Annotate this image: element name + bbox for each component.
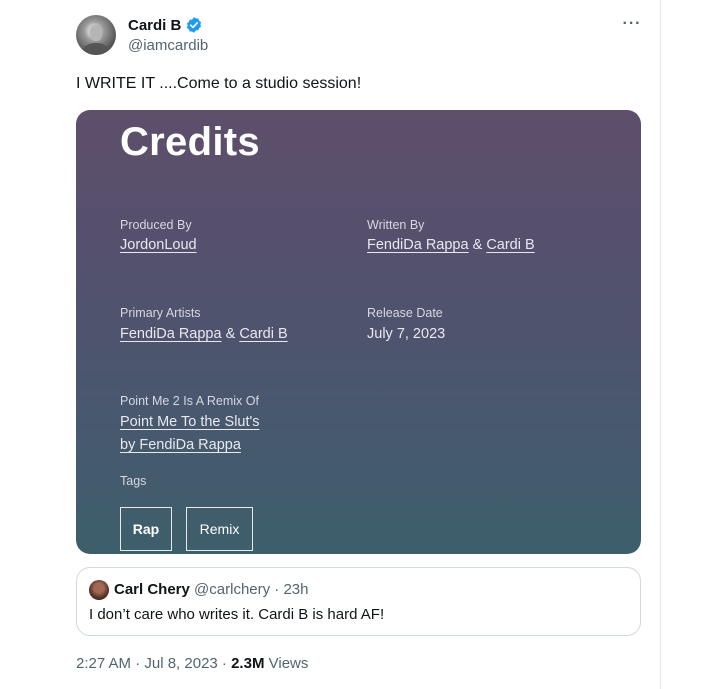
author-handle[interactable]: @iamcardib (128, 37, 208, 54)
remix-artist: by FendiDa Rappa (120, 437, 241, 453)
written-by-value: FendiDa Rappa & Cardi B (367, 237, 535, 253)
producer-link: JordonLoud (120, 237, 197, 253)
release-date-label: Release Date (367, 306, 443, 320)
quoted-tweet-text: I don’t care who writes it. Cardi B is h… (89, 606, 385, 623)
produced-by-label: Produced By (120, 218, 192, 232)
quoted-author-name: Carl Chery (114, 581, 190, 598)
author-display-name[interactable]: Cardi B (128, 17, 181, 34)
views-label: Views (268, 655, 309, 672)
primary-artists-label: Primary Artists (120, 306, 201, 320)
tags-label: Tags (120, 474, 147, 488)
tweet-text: I WRITE IT ....Come to a studio session! (76, 75, 362, 92)
artist-link-2: Cardi B (239, 326, 288, 342)
views-count: 2.3M (231, 655, 265, 672)
tag-remix: Remix (186, 507, 253, 551)
writer-link-1: FendiDa Rappa (367, 237, 469, 253)
author-name-row[interactable]: Cardi B (128, 16, 203, 34)
tag-rap: Rap (120, 507, 172, 551)
credits-title: Credits (120, 120, 260, 164)
avatar-body (82, 43, 110, 55)
tweet-timestamp[interactable]: 2:27 AM · Jul 8, 2023 · (76, 655, 231, 672)
written-by-label: Written By (367, 218, 425, 232)
verified-badge-icon (185, 16, 203, 34)
writer-link-2: Cardi B (486, 237, 535, 253)
remix-title: Point Me To the Slut's (120, 414, 260, 430)
quoted-tweet-header: Carl Chery @carlchery · 23h (114, 581, 308, 598)
artist-link-1: FendiDa Rappa (120, 326, 222, 342)
remix-link-line2: by FendiDa Rappa (120, 437, 241, 453)
tweet-footer: 2:27 AM · Jul 8, 2023 · 2.3M Views (76, 655, 308, 672)
more-options-icon[interactable]: ··· (622, 16, 642, 36)
remix-link-line1: Point Me To the Slut's (120, 414, 260, 430)
ampersand: & (472, 237, 483, 253)
quoted-author-meta: @carlchery · 23h (194, 581, 309, 598)
primary-artists-value: FendiDa Rappa & Cardi B (120, 326, 288, 342)
produced-by-value: JordonLoud (120, 237, 197, 253)
tweet-media-image[interactable]: Credits Produced By JordonLoud Written B… (76, 110, 641, 554)
quoted-tweet[interactable]: Carl Chery @carlchery · 23h I don’t care… (76, 567, 641, 636)
author-avatar[interactable] (76, 15, 116, 55)
ampersand: & (225, 326, 236, 342)
quoted-author-avatar (89, 580, 109, 600)
avatar-face (90, 25, 102, 41)
release-date-value: July 7, 2023 (367, 326, 446, 342)
remix-label: Point Me 2 Is A Remix Of (120, 394, 259, 408)
